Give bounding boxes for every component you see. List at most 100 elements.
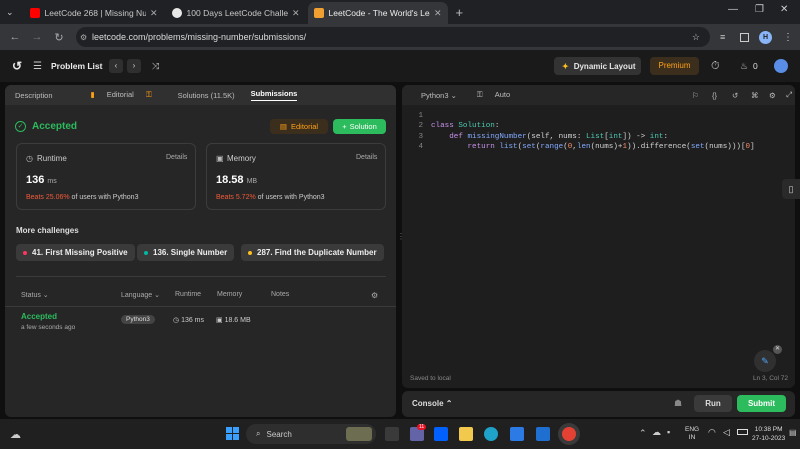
leetcode-logo[interactable]: ↺ — [12, 59, 22, 73]
reset-icon[interactable]: ↺ — [732, 91, 738, 100]
tray-chevron-icon[interactable]: ⌃ — [639, 428, 647, 439]
close-icon[interactable]: ✕ — [292, 8, 300, 19]
battery-icon[interactable] — [737, 429, 748, 435]
tab-search-icon[interactable]: ⌄ — [6, 7, 14, 18]
start-button[interactable] — [226, 427, 239, 440]
shortcut-icon[interactable]: ⌘ — [751, 91, 759, 100]
timer-icon[interactable]: ⏱ — [711, 60, 720, 73]
shuffle-icon[interactable]: ⤨ — [152, 61, 159, 72]
file-explorer-icon[interactable] — [459, 427, 473, 441]
next-problem-button[interactable]: › — [127, 59, 141, 73]
premium-button[interactable]: Premium — [650, 57, 699, 75]
browser-tab-3[interactable]: LeetCode - The World's Leadi ✕ — [307, 2, 448, 24]
tab-solutions[interactable]: Solutions (11.5K) — [178, 91, 235, 100]
table-row[interactable]: Accepted a few seconds ago Python3 ◷ 136… — [5, 306, 396, 334]
language-select[interactable]: Python3 ⌄ — [411, 91, 457, 100]
media-icon[interactable]: ≡ — [720, 32, 725, 42]
side-note-tab[interactable]: ▯ — [782, 179, 800, 199]
url-field[interactable]: ⚙ leetcode.com/problems/missing-number/su… — [76, 27, 710, 47]
browser-tab-1[interactable]: LeetCode 268 | Missing Numb✕ — [24, 2, 164, 24]
console-toggle[interactable]: Console ⌃ — [412, 399, 453, 408]
tab-submissions[interactable]: Submissions — [250, 89, 298, 101]
new-tab-button[interactable]: + — [456, 5, 464, 20]
debug-icon[interactable]: ☗ — [674, 398, 682, 409]
browser-tab-2[interactable]: 100 Days LeetCode Challenge✕ — [166, 2, 306, 24]
tray-cloud-icon[interactable]: ☁ — [652, 427, 661, 438]
dropbox-icon[interactable] — [434, 427, 448, 441]
chat-fab[interactable]: ✎ — [754, 350, 776, 372]
language-indicator[interactable]: ENG IN — [685, 426, 699, 442]
challenge-single-number[interactable]: 136. Single Number — [137, 244, 235, 261]
status-header[interactable]: Status ⌄ — [21, 291, 49, 299]
cursor-position: Ln 3, Col 72 — [752, 375, 788, 382]
editor-toolbar: Python3 ⌄ ⚿ Auto ⚐ {} ↺ ⌘ ⚙ ⤢ — [402, 85, 795, 105]
memory-header: Memory — [217, 291, 243, 298]
runtime-details-link[interactable]: Details — [166, 154, 187, 161]
auto-toggle[interactable]: ⚿ Auto — [467, 90, 510, 100]
settings-icon[interactable]: ⚙ — [769, 91, 776, 100]
submit-button[interactable]: Submit — [737, 395, 786, 412]
language-header[interactable]: Language ⌄ — [121, 291, 160, 299]
row-memory: ▣ 18.6 MB — [216, 317, 251, 324]
edge-icon[interactable] — [484, 427, 498, 441]
clock-icon: ◷ — [26, 154, 33, 163]
notification-icon[interactable]: ▤ — [789, 428, 797, 437]
weather-icon[interactable]: ☁ — [10, 428, 21, 441]
dynamic-layout-button[interactable]: ✦ Dynamic Layout — [554, 57, 641, 75]
site-info-icon[interactable]: ⚙ — [80, 33, 87, 42]
tab-editorial[interactable]: ▮ Editorial ⚿ — [81, 90, 152, 100]
taskbar-search[interactable]: ⌕ Search — [246, 424, 376, 444]
profile-avatar[interactable]: H — [759, 30, 772, 44]
row-status[interactable]: Accepted — [21, 312, 57, 321]
expand-icon[interactable]: ⤢ — [786, 90, 792, 100]
wifi-icon[interactable]: ◠ — [708, 427, 716, 438]
console-bar: Console ⌃ ☗ Run Submit — [402, 391, 795, 417]
bookmark-star-icon[interactable]: ☆ — [692, 32, 700, 43]
close-window-button[interactable]: ✕ — [780, 4, 788, 15]
streak-count: 0 — [753, 61, 758, 71]
task-view-icon[interactable] — [385, 427, 399, 441]
minimize-button[interactable]: — — [728, 4, 738, 15]
chrome-icon[interactable] — [562, 427, 576, 441]
challenge-find-duplicate[interactable]: 287. Find the Duplicate Number — [241, 244, 384, 261]
forward-icon[interactable]: → — [26, 31, 48, 43]
difficulty-dot — [144, 250, 148, 255]
editorial-button[interactable]: ▤ Editorial — [270, 119, 328, 134]
fab-close-icon[interactable]: ✕ — [773, 345, 782, 354]
back-icon[interactable]: ← — [4, 31, 26, 43]
difficulty-dot — [248, 250, 252, 255]
user-avatar[interactable] — [774, 59, 788, 73]
editorial-icon: ▮ — [90, 90, 95, 99]
bookmark-icon[interactable]: ⚐ — [692, 91, 699, 100]
maximize-button[interactable]: ❐ — [755, 4, 764, 15]
code-editor[interactable]: class Solution: def missingNumber(self, … — [431, 111, 755, 183]
mail-icon[interactable] — [536, 427, 550, 441]
memory-beats: Beats 5.72% of users with Python3 — [216, 194, 325, 201]
tray-app-icon[interactable]: ▪ — [667, 427, 670, 437]
tab-description[interactable]: Description — [15, 91, 53, 100]
app-icon[interactable] — [510, 427, 524, 441]
problem-list-link[interactable]: Problem List — [51, 61, 102, 71]
runtime-card[interactable]: ◷ Runtime Details 136 ms Beats 25.06% of… — [16, 143, 196, 210]
prev-problem-button[interactable]: ‹ — [109, 59, 123, 73]
braces-icon[interactable]: {} — [712, 91, 717, 100]
menu-icon[interactable]: ⋮ — [783, 32, 793, 43]
clock[interactable]: 10:38 PM 27-10-2023 — [752, 425, 785, 443]
close-icon[interactable]: ✕ — [434, 8, 442, 19]
lock-icon: ⚿ — [145, 90, 152, 99]
memory-icon: ▣ — [216, 317, 223, 324]
reload-icon[interactable]: ↻ — [48, 31, 70, 44]
close-icon[interactable]: ✕ — [150, 8, 158, 19]
side-panel-icon[interactable] — [740, 32, 749, 42]
accepted-check-icon: ✓ — [15, 121, 26, 132]
run-button[interactable]: Run — [694, 395, 732, 412]
memory-details-link[interactable]: Details — [356, 154, 377, 161]
solution-button[interactable]: + Solution — [333, 119, 386, 134]
volume-icon[interactable]: ◁ — [723, 427, 730, 438]
fire-icon[interactable]: ♨ — [740, 61, 748, 72]
challenge-first-missing-positive[interactable]: 41. First Missing Positive — [16, 244, 135, 261]
memory-card[interactable]: ▣ Memory Details 18.58 MB Beats 5.72% of… — [206, 143, 386, 210]
sparkle-icon: ✦ — [562, 61, 569, 71]
settings-gear-icon[interactable]: ⚙ — [371, 291, 378, 300]
list-icon: ☰ — [33, 60, 42, 72]
